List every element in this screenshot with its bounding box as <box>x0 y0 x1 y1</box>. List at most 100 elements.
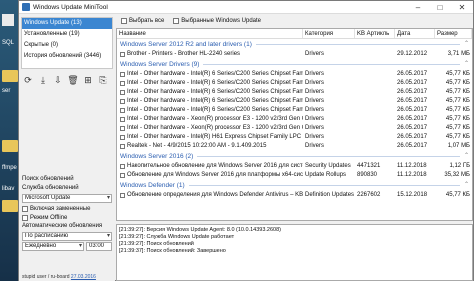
checkbox-box[interactable] <box>22 205 28 212</box>
update-row[interactable]: Intel - Other hardware - Intel(R) H61 Ex… <box>117 133 472 142</box>
checkbox-box[interactable] <box>121 18 127 24</box>
row-checkbox[interactable] <box>120 193 125 198</box>
include-replaced-checkbox[interactable]: Включая замененные <box>19 204 115 213</box>
cell-name: Intel - Other hardware - Intel(R) 6 Seri… <box>117 97 303 106</box>
desktop-label: libav <box>2 186 15 192</box>
log-line: [21:39:37]: Поиск обновлений: Завершено <box>119 248 226 254</box>
group-header[interactable]: Windows Server 2012 R2 and later drivers… <box>117 39 472 50</box>
update-row[interactable]: Intel - Other hardware - Intel(R) 6 Seri… <box>117 106 472 115</box>
collapse-icon[interactable]: ⌃ <box>464 180 472 191</box>
column-header-kb[interactable]: KB Артикль <box>355 29 395 38</box>
cell-name: Обновление определения для Windows Defen… <box>117 191 303 200</box>
row-checkbox[interactable] <box>120 135 125 140</box>
install-icon[interactable]: ⇩ <box>52 74 64 86</box>
row-checkbox[interactable] <box>120 164 125 169</box>
update-row[interactable]: Intel - Other hardware - Xeon(R) process… <box>117 124 472 133</box>
status-date-link[interactable]: 27.03.2016 <box>71 274 96 280</box>
cell-date: 11.12.2018 <box>397 163 427 169</box>
update-row[interactable]: Intel - Other hardware - Intel(R) 6 Seri… <box>117 70 472 79</box>
group-header[interactable]: Windows Server Drivers (9) ⌃ <box>117 59 472 70</box>
update-row[interactable]: Обновление определения для Windows Defen… <box>117 191 472 200</box>
cell-size: 45,77 КБ <box>445 116 470 122</box>
nav-item-windows-update[interactable]: Windows Update (13) <box>22 18 112 29</box>
update-row[interactable]: Brother - Printers - Brother HL-2240 ser… <box>117 50 472 59</box>
nav-item-hidden[interactable]: Скрытые (0) <box>22 40 112 51</box>
close-icon[interactable]: ✕ <box>451 1 473 14</box>
update-row[interactable]: Обновление для Windows Server 2016 для п… <box>117 171 472 180</box>
select-all-checkbox[interactable]: Выбрать все <box>118 17 164 26</box>
cell-kb <box>355 133 395 142</box>
update-row[interactable]: Intel - Other hardware - Xeon(R) process… <box>117 115 472 124</box>
cell-category: Drivers <box>305 125 324 131</box>
hide-icon[interactable]: ⊞ <box>82 74 94 86</box>
log-line: [21:39:27]: Служба Windows Update работа… <box>119 234 235 240</box>
schedule-row: Ежедневно 03:00 <box>22 242 112 251</box>
desktop-label: SQL <box>2 40 15 46</box>
row-checkbox[interactable] <box>120 126 125 131</box>
cell-size: 1,12 ГБ <box>449 163 470 169</box>
row-checkbox[interactable] <box>120 52 125 57</box>
row-checkbox[interactable] <box>120 90 125 95</box>
cell-size: 45,77 КБ <box>445 71 470 77</box>
checkbox-box[interactable] <box>22 214 28 221</box>
update-row[interactable]: Накопительное обновление для Windows Ser… <box>117 162 472 171</box>
update-row[interactable]: Intel - Other hardware - Intel(R) 6 Seri… <box>117 88 472 97</box>
cell-name: Обновление для Windows Server 2016 для п… <box>117 171 303 180</box>
time-field[interactable]: 03:00 <box>86 242 112 251</box>
desktop-folder-icon[interactable] <box>2 140 18 152</box>
group-title: Windows Server 2012 R2 and later drivers… <box>120 41 252 48</box>
service-select[interactable]: Microsoft Update <box>22 194 112 203</box>
group-header[interactable]: Windows Defender (1) ⌃ <box>117 180 472 191</box>
refresh-icon[interactable]: ⟳ <box>22 74 34 86</box>
download-icon[interactable]: ⤓ <box>37 74 49 86</box>
minimize-icon[interactable]: – <box>407 1 429 14</box>
group-header[interactable]: Windows Server 2016 (2) ⌃ <box>117 151 472 162</box>
column-header-date[interactable]: Дата <box>395 29 435 38</box>
desktop-label: ser <box>2 88 11 94</box>
cell-name: Brother - Printers - Brother HL-2240 ser… <box>117 50 303 59</box>
selected-checkbox[interactable]: Выбранные Windows Update <box>170 17 261 26</box>
collapse-icon[interactable]: ⌃ <box>464 39 472 50</box>
update-row[interactable]: Intel - Other hardware - Intel(R) 6 Seri… <box>117 97 472 106</box>
frequency-select[interactable]: Ежедневно <box>22 242 84 251</box>
row-checkbox[interactable] <box>120 72 125 77</box>
group-divider <box>197 156 460 157</box>
desktop-folder-icon[interactable] <box>2 200 18 212</box>
grid-body: Windows Server 2012 R2 and later drivers… <box>117 39 472 200</box>
column-header-name[interactable]: Название <box>117 29 303 38</box>
update-name: Intel - Other hardware - Intel(R) 6 Seri… <box>127 98 303 104</box>
nav-item-installed[interactable]: Установленные (19) <box>22 29 112 40</box>
window-title: Windows Update MiniTool <box>33 3 108 11</box>
maximize-icon[interactable]: □ <box>429 1 451 14</box>
grid-header: Название Категория KB Артикль Дата Разме… <box>117 29 472 39</box>
row-checkbox[interactable] <box>120 81 125 86</box>
cell-category: Drivers <box>305 80 324 86</box>
row-checkbox[interactable] <box>120 144 125 149</box>
row-checkbox[interactable] <box>120 99 125 104</box>
desktop-folder-icon[interactable] <box>2 70 18 82</box>
row-checkbox[interactable] <box>120 108 125 113</box>
collapse-icon[interactable]: ⌃ <box>464 151 472 162</box>
cell-category: Update Rollups <box>305 172 347 178</box>
checkbox-box[interactable] <box>173 18 180 24</box>
cell-kb <box>355 115 395 124</box>
main-panel: Выбрать все Выбранные Windows Update Наз… <box>116 15 473 281</box>
nav-item-history[interactable]: История обновлений (3446) <box>22 51 112 62</box>
update-row[interactable]: Intel - Other hardware - Intel(R) 6 Seri… <box>117 79 472 88</box>
column-header-size[interactable]: Размер <box>435 29 472 38</box>
update-name: Intel - Other hardware - Xeon(R) process… <box>127 125 303 131</box>
row-checkbox[interactable] <box>120 117 125 122</box>
offline-mode-checkbox[interactable]: Режим Offline <box>19 213 115 222</box>
column-header-category[interactable]: Категория <box>303 29 355 38</box>
group-title: Windows Server 2016 (2) <box>120 153 194 160</box>
group-title: Windows Defender (1) <box>120 182 185 189</box>
row-checkbox[interactable] <box>120 173 125 178</box>
update-row[interactable]: Realtek - Net - 4/9/2015 10:22:00 AM - 9… <box>117 142 472 151</box>
copy-icon[interactable]: ⎘ <box>97 74 109 86</box>
cell-kb <box>355 50 395 59</box>
collapse-icon[interactable]: ⌃ <box>464 59 472 70</box>
desktop-file-icon[interactable] <box>2 14 14 26</box>
delete-icon[interactable]: 🗑 <box>67 74 79 86</box>
cell-name: Intel - Other hardware - Intel(R) 6 Seri… <box>117 106 303 115</box>
schedule-select[interactable]: По расписанию <box>22 232 112 241</box>
